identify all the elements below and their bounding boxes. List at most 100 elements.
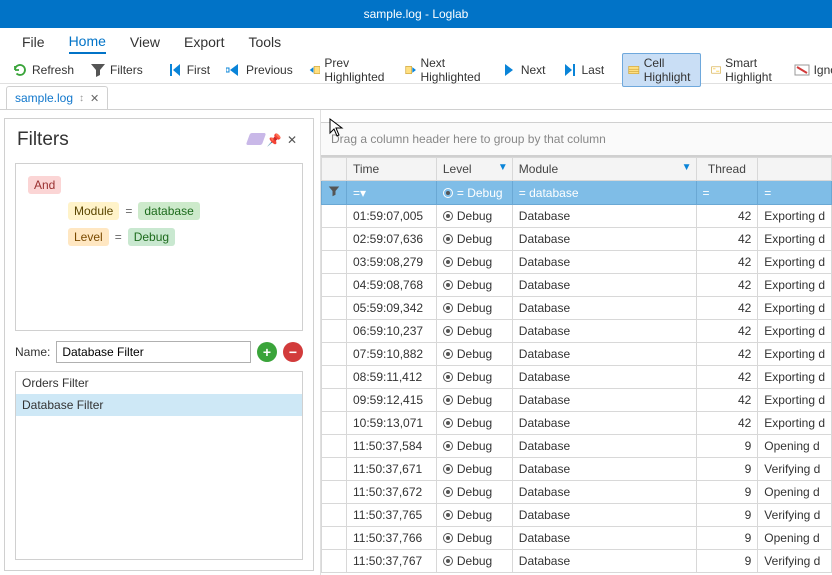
header-thread[interactable]: Thread: [696, 158, 758, 181]
table-row[interactable]: 11:50:37,766DebugDatabase9Opening d: [322, 527, 832, 550]
row-selector[interactable]: [322, 412, 347, 435]
row-selector[interactable]: [322, 297, 347, 320]
table-row[interactable]: 11:50:37,672DebugDatabase9Opening d: [322, 481, 832, 504]
filter-tree[interactable]: And Module = database Level = Debug: [15, 163, 303, 331]
row-selector[interactable]: [322, 205, 347, 228]
cell-thread: 42: [696, 366, 758, 389]
table-row[interactable]: 03:59:08,279DebugDatabase42Exporting d: [322, 251, 832, 274]
cell-message: Exporting d: [758, 320, 832, 343]
next-highlight-icon: [405, 62, 417, 78]
row-selector[interactable]: [322, 274, 347, 297]
filter-condition-level[interactable]: Level = Debug: [68, 228, 290, 246]
next-icon: [501, 62, 517, 78]
close-panel-icon[interactable]: ✕: [283, 133, 301, 147]
add-filter-button[interactable]: +: [257, 342, 277, 362]
next-highlighted-button[interactable]: Next Highlighted: [399, 53, 491, 87]
table-row[interactable]: 09:59:12,415DebugDatabase42Exporting d: [322, 389, 832, 412]
filter-indicator-icon[interactable]: ▼: [682, 162, 692, 173]
table-row[interactable]: 01:59:07,005DebugDatabase42Exporting d: [322, 205, 832, 228]
refresh-button[interactable]: Refresh: [6, 59, 80, 81]
filter-indicator-icon[interactable]: ▼: [498, 162, 508, 173]
filters-button[interactable]: Filters: [84, 59, 149, 81]
level-icon: [443, 326, 453, 336]
table-row[interactable]: 02:59:07,636DebugDatabase42Exporting d: [322, 228, 832, 251]
smart-highlight-button[interactable]: Smart Highlight: [705, 53, 784, 87]
filter-cell-module[interactable]: = database: [512, 181, 696, 205]
cell-module: Database: [512, 504, 696, 527]
pin-icon[interactable]: ↕: [79, 93, 84, 104]
grid-filter-row[interactable]: =▾ = Debug = database = =: [322, 181, 832, 205]
cell-highlight-label: Cell Highlight: [644, 56, 695, 84]
table-row[interactable]: 11:50:37,584DebugDatabase9Opening d: [322, 435, 832, 458]
row-selector[interactable]: [322, 366, 347, 389]
filter-list-item[interactable]: Orders Filter: [16, 372, 302, 394]
pin-panel-icon[interactable]: 📌: [265, 133, 283, 147]
filter-cell-message[interactable]: =: [758, 181, 832, 205]
table-row[interactable]: 06:59:10,237DebugDatabase42Exporting d: [322, 320, 832, 343]
filter-root-and[interactable]: And: [28, 176, 61, 194]
row-selector[interactable]: [322, 527, 347, 550]
close-icon[interactable]: ✕: [90, 92, 99, 105]
level-icon: [443, 556, 453, 566]
table-row[interactable]: 11:50:37,671DebugDatabase9Verifying d: [322, 458, 832, 481]
last-button[interactable]: Last: [556, 59, 611, 81]
filter-cell-time[interactable]: =▾: [347, 181, 437, 205]
cell-module: Database: [512, 481, 696, 504]
row-selector[interactable]: [322, 320, 347, 343]
filter-list[interactable]: Orders Filter Database Filter: [15, 371, 303, 560]
row-selector[interactable]: [322, 251, 347, 274]
filter-cell-level[interactable]: = Debug: [436, 181, 512, 205]
eraser-icon[interactable]: [247, 133, 265, 148]
previous-button[interactable]: Previous: [220, 59, 299, 81]
row-selector[interactable]: [322, 504, 347, 527]
table-row[interactable]: 04:59:08,768DebugDatabase42Exporting d: [322, 274, 832, 297]
filter-toggle-header[interactable]: [322, 158, 347, 181]
menu-home[interactable]: Home: [69, 30, 106, 54]
prev-highlighted-button[interactable]: Prev Highlighted: [303, 53, 395, 87]
cell-highlight-button[interactable]: Cell Highlight: [622, 53, 701, 87]
table-row[interactable]: 07:59:10,882DebugDatabase42Exporting d: [322, 343, 832, 366]
table-row[interactable]: 11:50:37,765DebugDatabase9Verifying d: [322, 504, 832, 527]
first-button[interactable]: First: [161, 59, 216, 81]
filter-list-item[interactable]: Database Filter: [16, 394, 302, 416]
cell-message: Verifying d: [758, 550, 832, 573]
filter-name-input[interactable]: [56, 341, 251, 363]
header-message[interactable]: [758, 158, 832, 181]
row-selector[interactable]: [322, 458, 347, 481]
refresh-icon: [12, 62, 28, 78]
row-selector[interactable]: [322, 228, 347, 251]
filter-row-toggle[interactable]: [322, 181, 347, 205]
filter-cell-thread[interactable]: =: [696, 181, 758, 205]
next-highlighted-label: Next Highlighted: [420, 56, 484, 84]
row-selector[interactable]: [322, 389, 347, 412]
header-level[interactable]: Level▼: [436, 158, 512, 181]
menu-export[interactable]: Export: [184, 31, 224, 53]
cell-level: Debug: [436, 297, 512, 320]
header-module[interactable]: Module▼: [512, 158, 696, 181]
table-row[interactable]: 08:59:11,412DebugDatabase42Exporting d: [322, 366, 832, 389]
cell-message: Exporting d: [758, 297, 832, 320]
row-selector[interactable]: [322, 435, 347, 458]
equals-icon: =: [115, 230, 122, 244]
delete-filter-button[interactable]: −: [283, 342, 303, 362]
filter-condition-module[interactable]: Module = database: [68, 202, 290, 220]
table-row[interactable]: 05:59:09,342DebugDatabase42Exporting d: [322, 297, 832, 320]
menu-tools[interactable]: Tools: [248, 31, 281, 53]
row-selector[interactable]: [322, 481, 347, 504]
next-button[interactable]: Next: [495, 59, 552, 81]
cell-message: Exporting d: [758, 274, 832, 297]
tab-sample-log[interactable]: sample.log ↕ ✕: [6, 86, 108, 109]
header-time[interactable]: Time: [347, 158, 437, 181]
menu-view[interactable]: View: [130, 31, 160, 53]
cell-module: Database: [512, 458, 696, 481]
table-row[interactable]: 11:50:37,767DebugDatabase9Verifying d: [322, 550, 832, 573]
row-selector[interactable]: [322, 343, 347, 366]
row-selector[interactable]: [322, 550, 347, 573]
table-row[interactable]: 10:59:13,071DebugDatabase42Exporting d: [322, 412, 832, 435]
group-by-bar[interactable]: Drag a column header here to group by th…: [321, 122, 832, 156]
ignore-button[interactable]: Ignore: [788, 59, 832, 81]
log-grid[interactable]: Time Level▼ Module▼ Thread =▾ = Debug = …: [321, 156, 832, 575]
menu-file[interactable]: File: [22, 31, 45, 53]
cell-thread: 9: [696, 504, 758, 527]
dropdown-icon[interactable]: ▾: [360, 186, 366, 200]
